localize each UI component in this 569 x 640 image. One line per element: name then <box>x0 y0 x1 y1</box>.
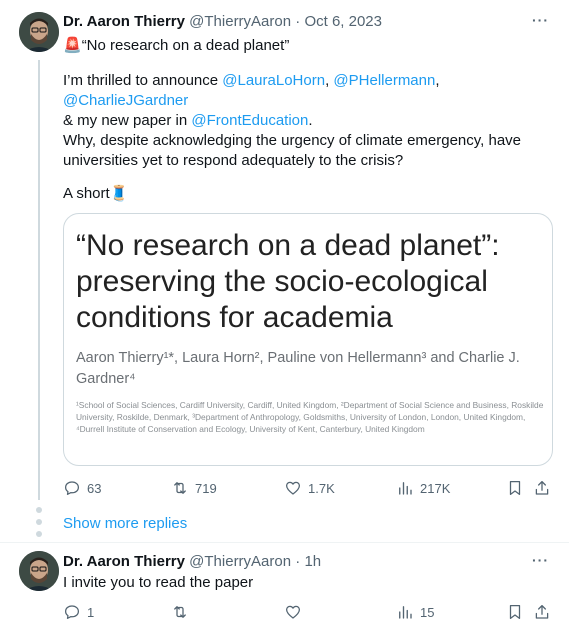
views-count: 15 <box>420 604 435 620</box>
bookmark-icon <box>509 480 521 496</box>
paper-title: “No research on a dead planet”: preservi… <box>76 229 500 334</box>
tweet-date[interactable]: Oct 6, 2023 <box>304 13 382 30</box>
reply-icon <box>64 481 80 496</box>
tweet-text: A short <box>63 185 110 202</box>
bookmark-icon <box>509 604 521 620</box>
like-button[interactable] <box>284 603 302 621</box>
avatar[interactable] <box>19 551 59 591</box>
thread-dot <box>36 519 42 525</box>
tweet-paragraph-4: A short🧵 <box>63 184 553 204</box>
tweet-actions: 1 15 <box>63 603 553 623</box>
author-name[interactable]: Dr. Aaron Thierry <box>63 13 185 30</box>
bookmark-button[interactable] <box>506 479 524 497</box>
tweet-paragraph-3: Why, despite acknowledging the urgency o… <box>63 132 522 169</box>
tweet-text: . <box>308 112 313 129</box>
reply-count: 63 <box>87 480 102 496</box>
thread-emoji: 🧵 <box>109 185 129 202</box>
more-icon[interactable]: ··· <box>532 12 549 28</box>
tweet-header: Dr. Aaron Thierry @ThierryAaron · Oct 6,… <box>63 13 382 30</box>
author-name[interactable]: Dr. Aaron Thierry <box>63 553 185 570</box>
mention-link[interactable]: @PHellermann <box>333 72 435 89</box>
mention-link[interactable]: @FrontEducation <box>191 112 308 129</box>
tweet-text: & my new paper in <box>63 112 192 129</box>
tweet-header: Dr. Aaron Thierry @ThierryAaron · 1h <box>63 553 321 570</box>
divider <box>0 542 569 543</box>
share-button[interactable] <box>533 603 551 621</box>
thread-dot <box>36 507 42 513</box>
share-button[interactable] <box>533 479 551 497</box>
meta-separator: · <box>291 13 305 30</box>
tweet-text: I’m thrilled to announce <box>63 72 223 89</box>
like-count: 1.7K <box>308 480 335 496</box>
paper-affiliations: ¹School of Social Sciences, Cardiff Univ… <box>76 400 544 435</box>
more-icon[interactable]: ··· <box>532 552 549 568</box>
retweet-icon <box>174 482 186 494</box>
reply-count: 1 <box>87 604 95 620</box>
paper-image-card[interactable]: “No research on a dead planet”: preservi… <box>63 213 553 466</box>
views-button[interactable]: 217K <box>396 479 450 497</box>
like-icon <box>285 481 301 495</box>
retweet-count: 719 <box>195 480 217 496</box>
meta-separator: · <box>291 553 305 570</box>
show-more-replies-link[interactable]: Show more replies <box>63 515 187 532</box>
mention-link[interactable]: @CharlieJGardner <box>63 92 188 109</box>
share-icon <box>535 604 549 619</box>
tweet-paragraph-2: I’m thrilled to announce @LauraLoHorn, @… <box>63 71 553 131</box>
tweet-text: “No research on a dead planet” <box>81 37 290 54</box>
avatar[interactable] <box>19 12 59 52</box>
views-count: 217K <box>420 480 451 496</box>
thread-line <box>38 60 40 500</box>
like-button[interactable]: 1.7K <box>284 479 335 497</box>
reply-button[interactable]: 1 <box>63 603 94 621</box>
retweet-button[interactable] <box>171 603 189 621</box>
thread-dot <box>36 531 42 537</box>
views-icon <box>399 606 412 619</box>
author-handle[interactable]: @ThierryAaron <box>189 553 291 570</box>
share-icon <box>535 480 549 495</box>
retweet-button[interactable]: 719 <box>171 479 217 497</box>
tweet-date[interactable]: 1h <box>304 553 321 570</box>
reply-button[interactable]: 63 <box>63 479 101 497</box>
tweet-text: , <box>435 72 440 89</box>
retweet-icon <box>174 606 186 618</box>
views-icon <box>399 482 412 495</box>
author-handle[interactable]: @ThierryAaron <box>189 13 291 30</box>
reply-icon <box>64 605 80 620</box>
views-button[interactable]: 15 <box>396 603 434 621</box>
tweet-text: I invite you to read the paper <box>63 574 254 591</box>
tweet-actions: 63 719 1.7K 217K <box>63 479 553 499</box>
siren-emoji: 🚨 <box>63 37 82 54</box>
like-icon <box>285 605 301 619</box>
paper-authors: Aaron Thierry¹*, Laura Horn², Pauline vo… <box>76 350 520 387</box>
mention-link[interactable]: @LauraLoHorn <box>222 72 325 89</box>
tweet-line-1: 🚨“No research on a dead planet” <box>63 36 553 56</box>
bookmark-button[interactable] <box>506 603 524 621</box>
